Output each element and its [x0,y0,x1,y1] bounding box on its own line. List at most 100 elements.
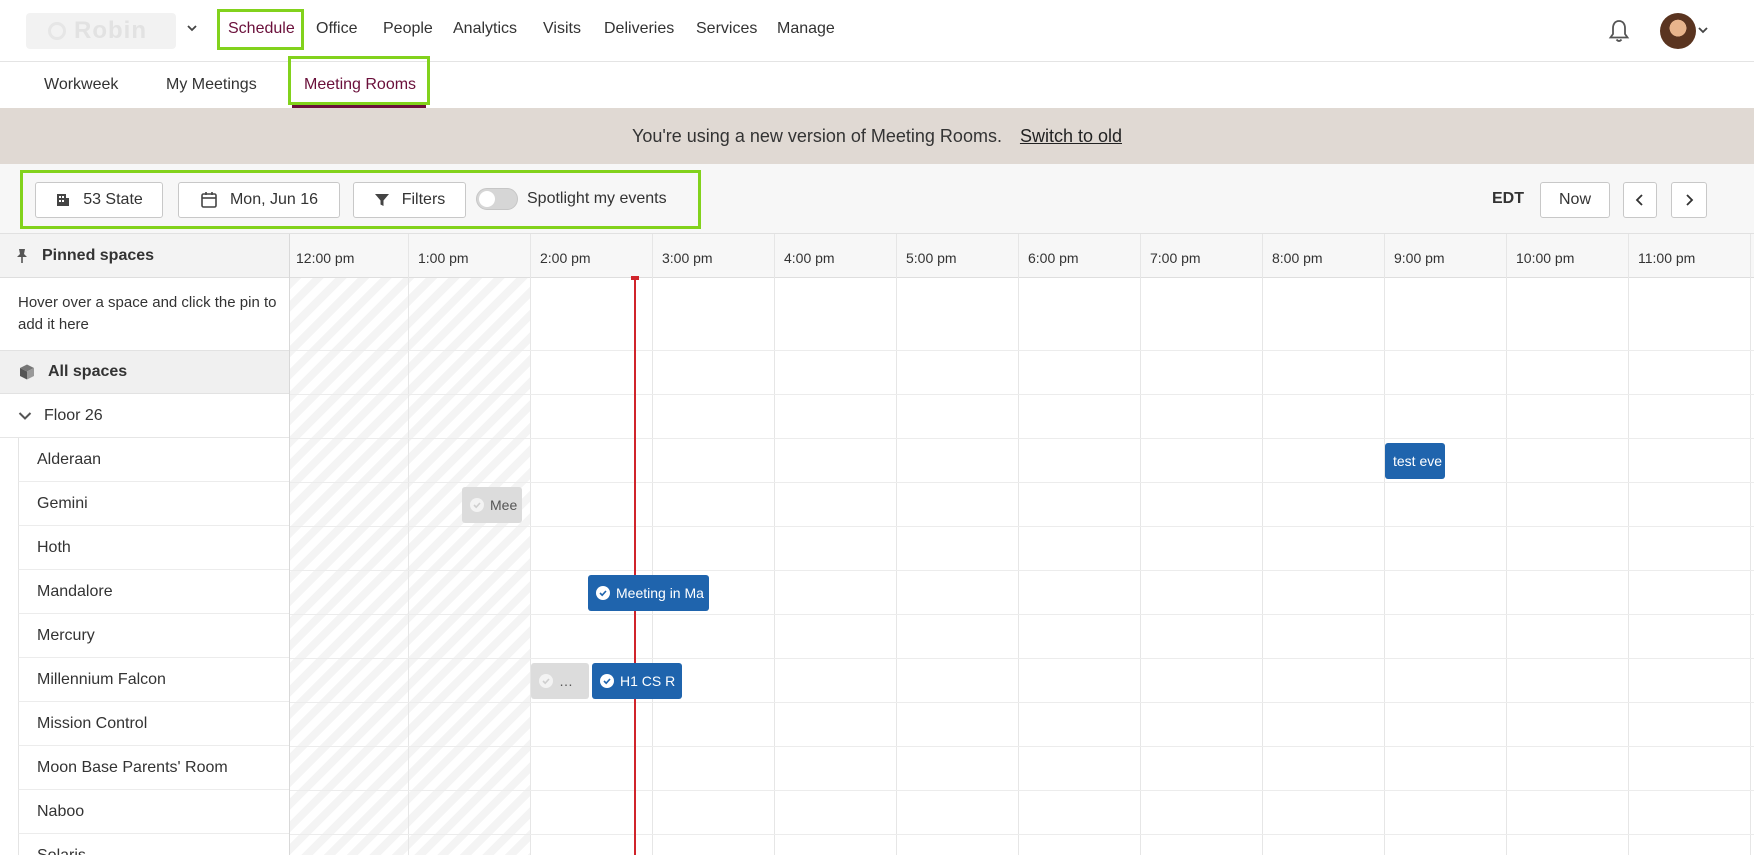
now-label: Now [1558,191,1591,208]
now-button[interactable]: Now [1540,182,1610,218]
row-gridline [290,350,1754,351]
row-gridline [290,746,1754,747]
pinned-spaces-header: Pinned spaces [0,234,289,278]
chevron-down-icon [18,411,32,420]
hour-gridline [652,234,653,855]
event-block[interactable]: H1 CS R [592,663,682,699]
past-time-shading [290,278,530,855]
banner-text: You're using a new version of Meeting Ro… [631,125,1002,146]
room-row-mandalore[interactable]: Mandalore [18,570,289,614]
hour-label: 10:00 pm [1516,250,1575,266]
nav-people[interactable]: People [383,20,433,38]
room-name: Solaris [37,846,86,855]
hour-gridline [1140,234,1141,855]
floor-row[interactable]: Floor 26 [0,394,289,438]
hour-gridline [1506,234,1507,855]
row-gridline [290,526,1754,527]
previous-day-button[interactable] [1623,182,1657,218]
event-title: H1 CS R [620,673,676,689]
check-circle-icon [470,498,484,512]
room-row-mercury[interactable]: Mercury [18,614,289,658]
pin-icon [17,248,27,263]
hour-gridline [408,234,409,855]
floor-label: Floor 26 [44,406,103,424]
sub-navigation: Workweek My Meetings Meeting Rooms [0,56,1754,108]
room-name: Millennium Falcon [37,670,166,688]
timezone-label: EDT [1492,190,1524,207]
highlight-box [217,9,304,50]
event-block[interactable]: Mee [462,487,522,523]
chevron-down-icon[interactable] [186,22,198,34]
room-row-hoth[interactable]: Hoth [18,526,289,570]
hour-gridline [1750,234,1751,855]
room-row-naboo[interactable]: Naboo [18,790,289,834]
room-name: Mercury [37,626,95,644]
all-spaces-row[interactable]: All spaces [0,350,289,394]
room-row-alderaan[interactable]: Alderaan [18,438,289,482]
row-gridline [290,702,1754,703]
event-title: Mee [490,497,518,513]
hour-gridline [1628,234,1629,855]
chevron-right-icon [1686,194,1694,206]
highlight-box [288,56,430,105]
event-block[interactable]: test eve [1385,443,1445,479]
row-gridline [290,438,1754,439]
row-gridline [290,482,1754,483]
room-name: Hoth [37,538,71,556]
hour-label: 2:00 pm [540,250,591,266]
toolbar: 53 State Mon, Jun 16 Filters Spotlight m… [0,164,1754,234]
event-block[interactable]: … [531,663,589,699]
row-gridline [290,834,1754,835]
event-title: … [559,673,573,689]
room-row-millennium-falcon[interactable]: Millennium Falcon [18,658,289,702]
nav-visits[interactable]: Visits [543,20,581,38]
version-banner: You're using a new version of Meeting Ro… [0,108,1754,164]
current-time-marker [631,276,639,280]
room-name: Mandalore [37,582,113,600]
nav-manage[interactable]: Manage [777,20,835,38]
robin-logo[interactable]: Robin [26,13,176,49]
room-row-moon-base[interactable]: Moon Base Parents' Room [18,746,289,790]
avatar[interactable] [1660,13,1696,49]
check-circle-icon [600,674,614,688]
event-block[interactable]: Meeting in Ma [588,575,709,611]
timeline-grid: 12:00 pm 1:00 pm 2:00 pm 3:00 pm 4:00 pm… [290,234,1754,855]
hour-label: 3:00 pm [662,250,713,266]
nav-analytics[interactable]: Analytics [453,20,517,38]
nav-services[interactable]: Services [696,20,757,38]
switch-to-old-link[interactable]: Switch to old [1020,126,1122,147]
pinned-hint: Hover over a space and click the pin to … [18,294,277,333]
hour-gridline [1018,234,1019,855]
pinned-spaces-title: Pinned spaces [42,246,155,264]
row-gridline [290,658,1754,659]
hour-label: 9:00 pm [1394,250,1445,266]
bell-icon[interactable] [1606,18,1632,44]
check-circle-icon [539,674,553,688]
tab-workweek[interactable]: Workweek [44,76,118,94]
room-row-gemini[interactable]: Gemini [18,482,289,526]
nav-deliveries[interactable]: Deliveries [604,20,674,38]
row-gridline [290,570,1754,571]
event-title: Meeting in Ma [616,585,704,601]
hour-gridline [1262,234,1263,855]
hour-label: 5:00 pm [906,250,957,266]
current-time-indicator [634,278,636,855]
room-row-mission-control[interactable]: Mission Control [18,702,289,746]
time-header: 12:00 pm 1:00 pm 2:00 pm 3:00 pm 4:00 pm… [290,234,1754,278]
event-title: test eve [1393,453,1443,469]
nav-office[interactable]: Office [316,20,358,38]
hour-label: 7:00 pm [1150,250,1201,266]
logo-icon [48,22,66,40]
room-name: Mission Control [37,714,148,732]
check-circle-icon [596,586,610,600]
room-row-solaris[interactable]: Solaris [18,834,289,855]
room-name: Naboo [37,802,85,820]
tab-my-meetings[interactable]: My Meetings [166,76,257,94]
top-navigation: Robin Schedule Office People Analytics V… [0,0,1754,62]
next-day-button[interactable] [1671,182,1707,218]
room-name: Gemini [37,494,88,512]
hour-gridline [774,234,775,855]
chevron-down-icon[interactable] [1697,24,1709,36]
highlight-box [20,170,701,229]
hour-gridline [530,234,531,855]
